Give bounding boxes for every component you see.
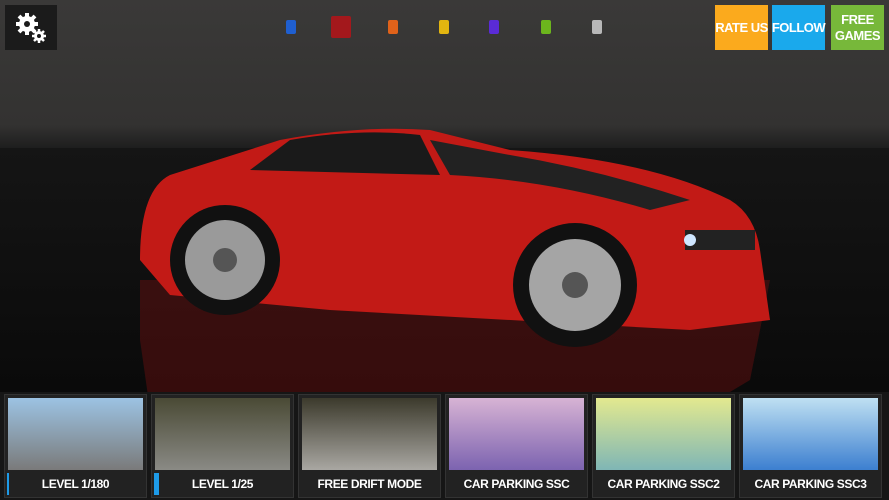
mode-label: FREE DRIFT MODE [317,477,422,491]
color-swatch[interactable] [331,16,351,38]
mode-thumbnail [596,398,731,470]
mode-thumbnail [302,398,437,470]
mode-card[interactable]: LEVEL 1/25 [151,394,294,498]
free-games-button[interactable]: FREE GAMES [831,5,884,50]
color-swatch[interactable] [286,20,296,34]
mode-thumbnail [8,398,143,470]
mode-label: LEVEL 1/180 [41,477,110,491]
mode-card[interactable]: CAR PARKING SSC2 [592,394,735,498]
mode-carousel: LEVEL 1/180 LEVEL 1/25 FREE DRIFT MODE CAR … [0,392,889,500]
mode-card[interactable]: LEVEL 1/180 [4,394,147,498]
mode-card[interactable]: CAR PARKING SSC3 [739,394,882,498]
mode-thumbnail [449,398,584,470]
color-swatch[interactable] [489,20,499,34]
mode-card[interactable]: FREE DRIFT MODE [298,394,441,498]
mode-label: CAR PARKING SSC3 [754,477,867,491]
gears-icon [16,12,46,43]
color-swatch[interactable] [541,20,551,34]
mode-label: CAR PARKING SSC2 [607,477,720,491]
color-swatch[interactable] [592,20,602,34]
follow-button[interactable]: FOLLOW [772,5,826,50]
rate-us-button[interactable]: RATE US [715,5,768,50]
mode-label: LEVEL 1/25 [191,477,254,491]
mode-thumbnail [155,398,290,470]
color-swatch[interactable] [388,20,398,34]
mode-thumbnail [743,398,878,470]
settings-button[interactable] [5,5,57,50]
car-preview[interactable] [130,120,790,400]
color-swatch[interactable] [439,20,449,34]
mode-label: CAR PARKING SSC [463,477,570,491]
mode-card[interactable]: CAR PARKING SSC [445,394,588,498]
